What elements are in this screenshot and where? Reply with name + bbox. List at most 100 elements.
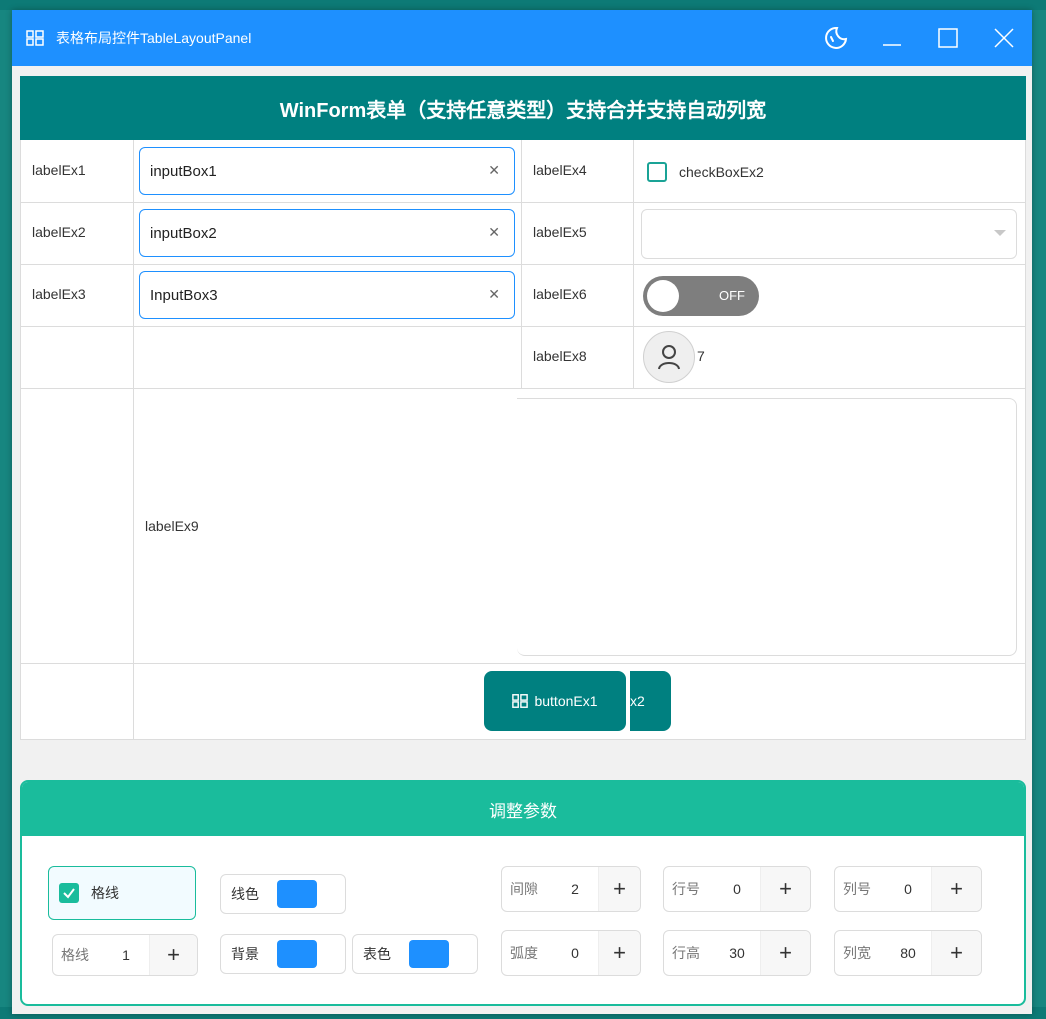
table-layout-panel: WinForm表单（支持任意类型）支持合并支持自动列宽 labelEx1 inp…: [20, 76, 1026, 740]
background-left-strip: [0, 10, 12, 1019]
avatar-count: 7: [697, 348, 705, 364]
gap-label: 间隙: [510, 881, 538, 897]
input-box2[interactable]: inputBox2 ✕: [139, 209, 515, 257]
textarea[interactable]: [517, 398, 1017, 656]
row-height-stepper[interactable]: 行高 30 +: [663, 930, 811, 976]
window-content: WinForm表单（支持任意类型）支持合并支持自动列宽 labelEx1 inp…: [12, 66, 1032, 1014]
label-ex4: labelEx4: [533, 162, 587, 178]
label-ex3: labelEx3: [32, 286, 86, 302]
table-color-label: 表色: [363, 946, 391, 962]
column-width-stepper[interactable]: 列宽 80 +: [834, 930, 982, 976]
clear-icon[interactable]: ✕: [488, 224, 500, 241]
minimize-button[interactable]: [864, 10, 920, 66]
gridline-width-value: 1: [122, 947, 130, 963]
column-number-value: 0: [904, 881, 912, 897]
plus-icon[interactable]: +: [598, 867, 640, 911]
radius-stepper[interactable]: 弧度 0 +: [501, 930, 641, 976]
label-ex5: labelEx5: [533, 224, 587, 240]
grid-line: [521, 140, 522, 388]
gap-stepper[interactable]: 间隙 2 +: [501, 866, 641, 912]
label-ex8: labelEx8: [533, 348, 587, 364]
label-ex1: labelEx1: [32, 162, 86, 178]
main-window: 表格布局控件TableLayoutPanel WinForm表单（支持任意类型）…: [12, 10, 1032, 1014]
input-box3[interactable]: InputBox3 ✕: [139, 271, 515, 319]
plus-icon[interactable]: +: [760, 867, 810, 911]
label-ex6: labelEx6: [533, 286, 587, 302]
plus-icon[interactable]: +: [149, 935, 197, 975]
table-header: WinForm表单（支持任意类型）支持合并支持自动列宽: [20, 76, 1026, 140]
line-color-picker[interactable]: 线色: [220, 874, 346, 914]
avatar[interactable]: [643, 331, 695, 383]
row-number-stepper[interactable]: 行号 0 +: [663, 866, 811, 912]
maximize-icon: [938, 28, 958, 48]
switch-ex6[interactable]: OFF: [643, 276, 759, 316]
gridline-width-label: 格线: [61, 947, 89, 963]
table-layout-icon: [512, 694, 529, 708]
background-color-picker[interactable]: 背景: [220, 934, 346, 974]
grid-line: [633, 140, 634, 388]
button-ex1-label: buttonEx1: [534, 693, 598, 709]
params-panel: 调整参数 格线 线色 格线 1 + 背景 表色 间隙 2 + 弧度 0 + 行号…: [20, 780, 1026, 1006]
clear-icon[interactable]: ✕: [488, 162, 500, 179]
background-color-swatch: [277, 940, 317, 968]
switch-state-label: OFF: [719, 288, 745, 303]
gridline-checkbox[interactable]: 格线: [48, 866, 196, 920]
column-number-stepper[interactable]: 列号 0 +: [834, 866, 982, 912]
checkbox-square: [647, 162, 667, 182]
table-layout-icon: [26, 29, 44, 47]
column-width-label: 列宽: [843, 945, 871, 961]
radius-value: 0: [571, 945, 579, 961]
grid-line: [20, 202, 1026, 203]
button-ex2[interactable]: x2: [630, 671, 671, 731]
line-color-swatch: [277, 880, 317, 908]
user-icon: [658, 345, 680, 370]
chevron-down-icon: [994, 230, 1006, 236]
row-number-label: 行号: [672, 881, 700, 897]
grid-line: [20, 326, 1026, 327]
check-icon: [59, 883, 79, 903]
checkbox-ex2[interactable]: checkBoxEx2: [647, 162, 764, 182]
params-title: 调整参数: [22, 782, 1024, 836]
button-ex1[interactable]: buttonEx1: [484, 671, 626, 731]
clear-icon[interactable]: ✕: [488, 286, 500, 303]
moon-icon: [825, 26, 848, 49]
grid-line: [20, 388, 1026, 389]
plus-icon[interactable]: +: [931, 867, 981, 911]
grid-line: [133, 140, 134, 740]
title-bar[interactable]: 表格布局控件TableLayoutPanel: [12, 10, 1032, 66]
grid-line: [20, 140, 21, 740]
window-title: 表格布局控件TableLayoutPanel: [56, 30, 252, 46]
plus-icon[interactable]: +: [931, 931, 981, 975]
background-top-strip: [0, 0, 1046, 10]
switch-knob: [647, 280, 679, 312]
input-box3-value: nputBox3: [154, 286, 218, 304]
radius-label: 弧度: [510, 945, 538, 961]
row-height-label: 行高: [672, 945, 700, 961]
maximize-button[interactable]: [920, 10, 976, 66]
grid-line: [1025, 140, 1026, 740]
grid-line: [20, 739, 1026, 740]
table-color-swatch: [409, 940, 449, 968]
label-ex2: labelEx2: [32, 224, 86, 240]
column-number-label: 列号: [843, 881, 871, 897]
minimize-icon: [883, 44, 901, 46]
input-box1-value: inputBox1: [150, 162, 217, 180]
line-color-label: 线色: [231, 886, 259, 902]
close-button[interactable]: [976, 10, 1032, 66]
background-label: 背景: [231, 946, 259, 962]
theme-toggle-button[interactable]: [808, 10, 864, 66]
checkbox-ex2-label: checkBoxEx2: [679, 164, 764, 180]
background-right-strip: [1032, 10, 1046, 1019]
gridline-width-stepper[interactable]: 格线 1 +: [52, 934, 198, 976]
table-color-picker[interactable]: 表色: [352, 934, 478, 974]
plus-icon[interactable]: +: [598, 931, 640, 975]
input-box2-value: inputBox2: [150, 224, 217, 242]
grid-line: [20, 663, 1026, 664]
grid-line: [20, 264, 1026, 265]
row-height-value: 30: [729, 945, 745, 961]
plus-icon[interactable]: +: [760, 931, 810, 975]
close-icon: [994, 28, 1014, 48]
select-ex5[interactable]: [641, 209, 1017, 259]
gridline-checkbox-label: 格线: [91, 885, 119, 901]
input-box1[interactable]: inputBox1 ✕: [139, 147, 515, 195]
